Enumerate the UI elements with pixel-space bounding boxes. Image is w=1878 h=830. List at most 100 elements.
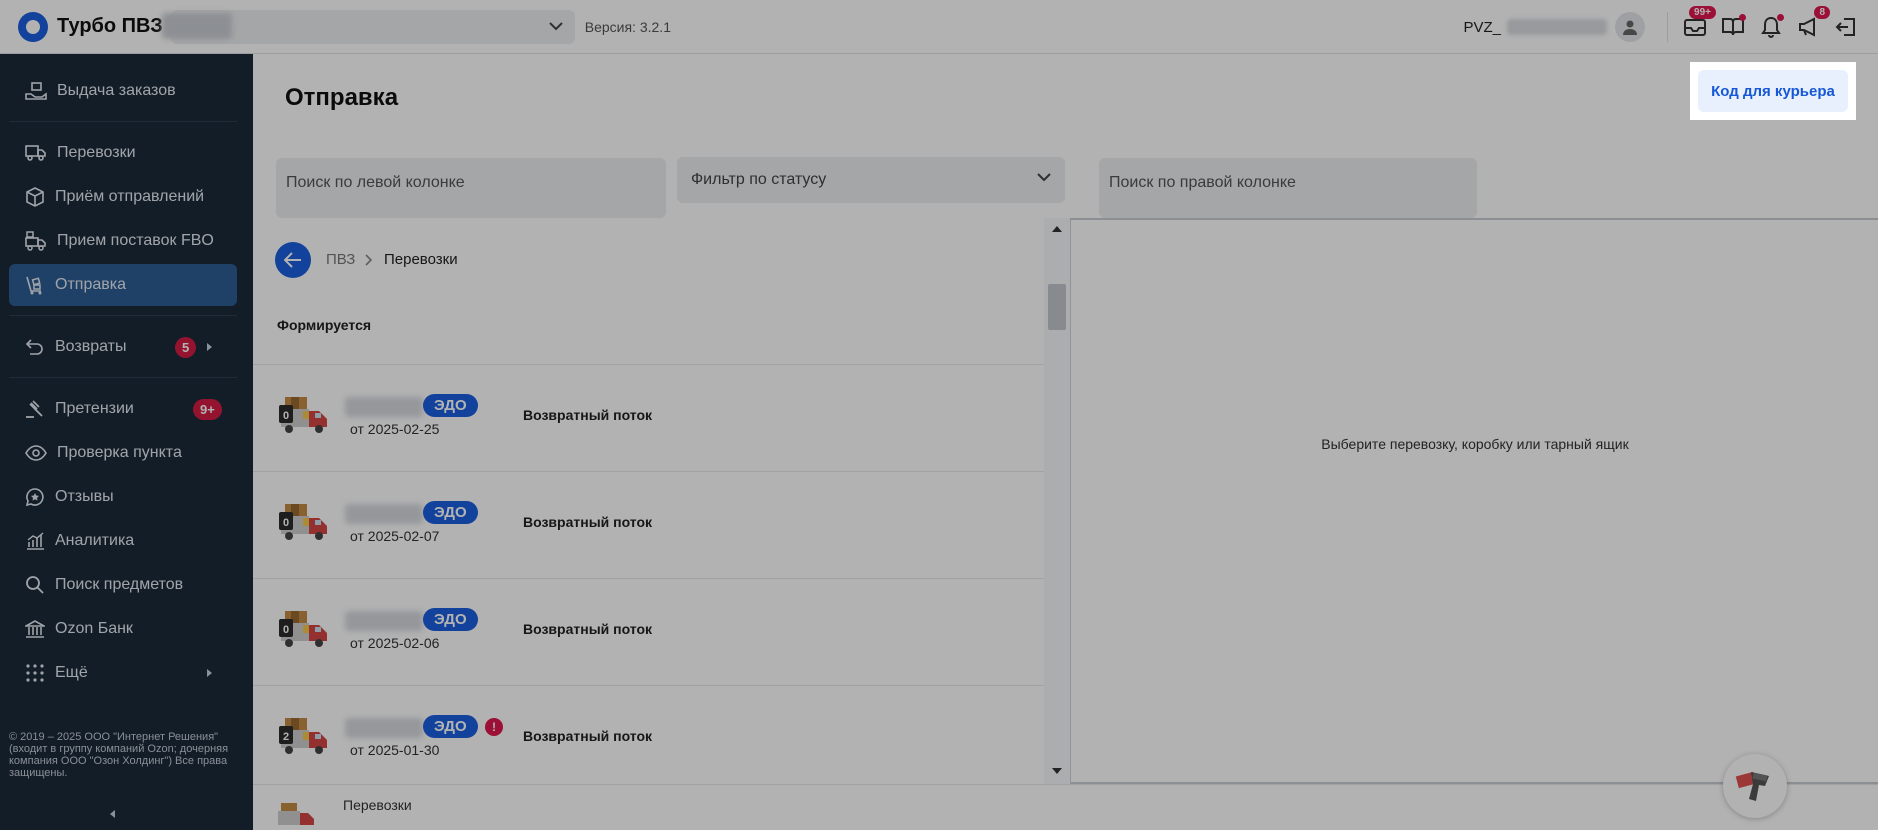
main-content: Отправка Поиск по левой колонке Фильтр п… — [253, 54, 1878, 830]
sidebar-item-label: Выдача заказов — [57, 82, 176, 99]
copyright: © 2019 – 2025 ООО "Интернет Решения" (вх… — [9, 731, 229, 779]
cart-boxes-icon — [26, 276, 42, 295]
divider — [9, 315, 237, 316]
sidebar-item-claims[interactable]: Претензии 9+ — [9, 388, 237, 430]
collapse-sidebar-icon[interactable] — [110, 810, 115, 818]
row-number-redacted — [345, 397, 423, 417]
bottom-strip: Перевозки — [253, 784, 1878, 830]
sidebar-item-transport[interactable]: Перевозки — [9, 132, 237, 174]
pvz-select[interactable] — [162, 9, 575, 44]
app-name: Турбо ПВЗ — [57, 15, 163, 37]
edo-badge: ЭДО — [423, 394, 478, 417]
row-date: от 2025-02-25 — [350, 421, 440, 437]
sidebar-item-reviews[interactable]: Отзывы — [9, 476, 237, 518]
sidebar-item-receive-shipments[interactable]: Приём отправлений — [9, 176, 237, 218]
claims-badge: 9+ — [193, 399, 222, 420]
courier-code-button[interactable]: Код для курьера — [1698, 70, 1848, 112]
row-date: от 2025-02-07 — [350, 528, 440, 544]
avatar[interactable] — [1615, 12, 1645, 42]
search-right-placeholder: Поиск по правой колонке — [1109, 174, 1296, 191]
breadcrumb-current: Перевозки — [384, 251, 458, 268]
scroll-down-icon[interactable] — [1052, 768, 1062, 774]
sidebar-item-label: Возвраты — [55, 338, 127, 355]
row-count: 2 — [283, 731, 289, 743]
bottom-label: Перевозки — [343, 797, 412, 813]
sidebar-item-returns[interactable]: Возвраты 5 — [9, 326, 237, 368]
truck-icon — [25, 145, 46, 161]
status-filter-select[interactable]: Фильтр по статусу — [677, 157, 1065, 203]
search-right-input[interactable]: Поиск по правой колонке — [1099, 158, 1477, 218]
sidebar-item-label: Приём отправлений — [55, 188, 205, 205]
sidebar-item-dispatch[interactable]: Отправка — [9, 264, 237, 306]
logo-icon — [18, 11, 48, 42]
caret-right-icon — [207, 343, 212, 351]
star-chat-icon — [25, 488, 44, 507]
megaphone-button[interactable]: 8 — [1796, 6, 1830, 40]
sidebar-item-fbo-supplies[interactable]: Прием поставок FBO — [9, 220, 237, 262]
bell-dot — [1777, 14, 1784, 21]
row-number-redacted — [345, 718, 423, 738]
inbox-icon — [1684, 19, 1706, 36]
edo-badge: ЭДО — [423, 608, 478, 631]
book-dot — [1739, 14, 1746, 21]
divider — [9, 121, 237, 122]
sidebar-item-item-search[interactable]: Поиск предметов — [9, 564, 237, 606]
logo[interactable]: Турбо ПВЗ — [18, 11, 163, 42]
empty-state-text: Выберите перевозку, коробку или тарный я… — [1321, 436, 1629, 452]
table-row[interactable]: 0 ЭДО от 2025-02-07 Возвратный поток — [253, 471, 1044, 578]
table-row[interactable]: 2 ЭДО ! от 2025-01-30 Возвратный поток — [253, 685, 1044, 784]
search-icon — [26, 576, 44, 594]
chart-icon — [27, 532, 44, 550]
scroll-thumb[interactable] — [1048, 284, 1066, 330]
pvz-user-label: PVZ_ — [1463, 18, 1501, 36]
chevron-right-icon — [365, 254, 373, 266]
search-left-placeholder: Поиск по левой колонке — [286, 174, 465, 191]
breadcrumb-root[interactable]: ПВЗ — [326, 251, 355, 268]
sidebar-item-label: Аналитика — [55, 532, 135, 549]
logout-button[interactable] — [1834, 14, 1860, 40]
sidebar-item-label: Поиск предметов — [55, 576, 184, 593]
logout-icon — [1835, 18, 1855, 36]
table-row[interactable]: 0 ЭДО от 2025-02-25 Возвратный поток — [253, 364, 1044, 471]
page-title: Отправка — [285, 84, 399, 111]
inbox-button[interactable]: 99+ — [1682, 6, 1716, 40]
back-button[interactable] — [275, 242, 311, 278]
row-flow: Возвратный поток — [523, 514, 653, 530]
divider — [1667, 12, 1668, 42]
search-left-input[interactable]: Поиск по левой колонке — [276, 158, 666, 218]
warning-icon: ! — [485, 718, 503, 736]
table-row[interactable]: 0 ЭДО от 2025-02-06 Возвратный поток — [253, 578, 1044, 685]
sidebar-item-label: Ozon Банк — [55, 620, 133, 637]
left-scrollbar[interactable] — [1044, 218, 1070, 784]
returns-badge: 5 — [175, 337, 197, 358]
pvz-user-redacted — [1507, 19, 1607, 35]
top-bar: Турбо ПВЗ Версия: 3.2.1 PVZ_ 99+ 8 — [0, 0, 1878, 54]
sidebar-item-analytics[interactable]: Аналитика — [9, 520, 237, 562]
chevron-down-icon — [1037, 173, 1051, 182]
caret-right-icon — [207, 669, 212, 677]
sidebar-item-label: Проверка пункта — [57, 444, 182, 461]
grid-dots-icon — [26, 664, 44, 682]
sidebar-item-ozon-bank[interactable]: Ozon Банк — [9, 608, 237, 650]
truck-boxes-icon — [25, 231, 46, 251]
bell-button[interactable] — [1758, 14, 1784, 40]
truck-icon: 0 — [279, 504, 327, 540]
sidebar-item-issue-orders[interactable]: Выдача заказов — [9, 70, 237, 112]
sidebar-item-label: Перевозки — [57, 144, 136, 161]
sidebar-item-point-check[interactable]: Проверка пункта — [9, 432, 237, 474]
scanner-button[interactable] — [1723, 754, 1787, 818]
row-number-redacted — [345, 504, 423, 524]
row-count: 0 — [283, 624, 289, 636]
row-flow: Возвратный поток — [523, 621, 653, 637]
sidebar-item-label: Отзывы — [55, 488, 114, 505]
edo-badge: ЭДО — [423, 501, 478, 524]
megaphone-icon — [1799, 17, 1815, 37]
pvz-name-redacted — [162, 13, 232, 39]
scroll-up-icon[interactable] — [1052, 226, 1062, 232]
sidebar-item-more[interactable]: Ещё — [9, 652, 237, 694]
sidebar-item-label: Претензии — [55, 400, 134, 417]
barcode-scanner-icon — [1735, 771, 1769, 801]
hand-package-icon — [25, 82, 47, 100]
book-button[interactable] — [1720, 14, 1746, 40]
box-icon — [26, 187, 44, 207]
